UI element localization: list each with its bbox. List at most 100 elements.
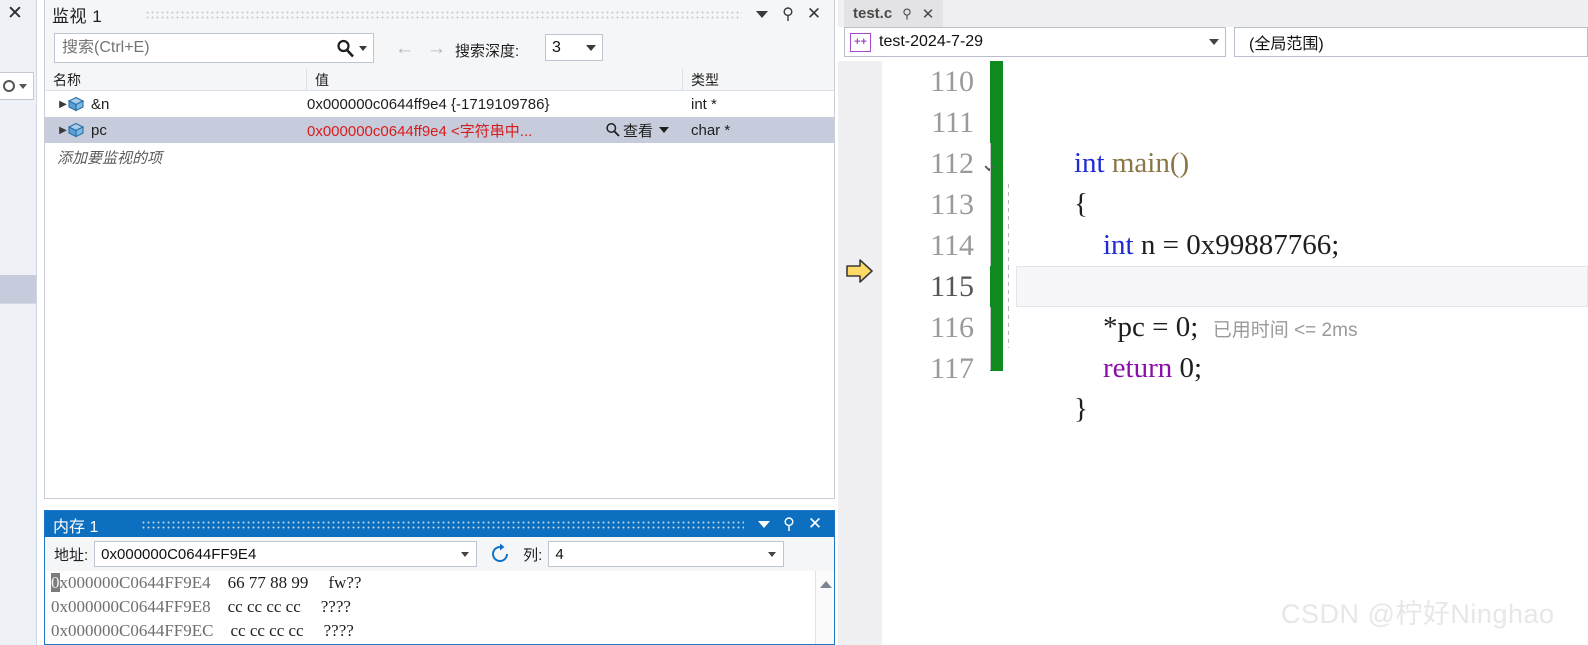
- project-name: test-2024-7-29: [879, 33, 984, 50]
- line-number-current: 115: [930, 270, 974, 303]
- indent-guide: [1008, 225, 1009, 266]
- code-line-111[interactable]: ⌄int main(): [980, 102, 1588, 179]
- code-line-112[interactable]: {: [990, 143, 1588, 220]
- memory-row-ascii: ????: [323, 621, 354, 640]
- memory-column-input[interactable]: [549, 545, 769, 563]
- memory-window: 内存 1 ⚲ ✕ 地址: 列: 0x000000C0644FF9E4 66: [44, 510, 835, 645]
- watch-row-value-cell[interactable]: 0x000000c0644ff9e4 <字符串中... 查看: [307, 120, 683, 141]
- left-docked-panel-sliver: ✕: [0, 0, 37, 645]
- watch-row-name-cell[interactable]: ▶ &n: [45, 96, 307, 113]
- table-row[interactable]: ▶ &n 0x000000c0644ff9e4 {-1719109786} in…: [45, 91, 834, 117]
- code-editor-pane: test.c ⚲ ✕ ++ test-2024-7-29 (全局范围) 110 …: [838, 0, 1588, 645]
- add-watch-item-placeholder[interactable]: 添加要监视的项: [45, 143, 834, 168]
- code-line-116[interactable]: return 0;: [990, 307, 1588, 384]
- value-visualizer-button[interactable]: 查看: [605, 120, 669, 141]
- editor-glyph-margin[interactable]: [838, 61, 882, 645]
- memory-address-combobox[interactable]: [94, 541, 478, 567]
- watch-variable-value: 0x000000c0644ff9e4 <字符串中...: [307, 122, 533, 140]
- watch-variable-value: 0x000000c0644ff9e4 {-1719109786}: [307, 95, 550, 113]
- circle-icon: [3, 80, 15, 92]
- close-icon[interactable]: ✕: [922, 5, 935, 23]
- pin-icon[interactable]: ⚲: [779, 514, 799, 534]
- scroll-up-arrow-icon[interactable]: [820, 581, 832, 588]
- close-icon[interactable]: ✕: [805, 514, 825, 534]
- chevron-down-icon: [659, 127, 669, 133]
- memory-dump-list: 0x000000C0644FF9E4 66 77 88 99 fw?? 0x00…: [45, 571, 834, 644]
- indent-guide: [990, 184, 991, 225]
- search-forward-arrow-icon[interactable]: →: [427, 38, 446, 60]
- line-number: 113: [930, 188, 974, 221]
- memory-row-bytes: 66 77 88 99: [227, 573, 309, 592]
- watch-window: 监视 1 ⚲ ✕ ← → 搜索深度: 3: [44, 0, 835, 499]
- column-header-type[interactable]: 类型: [683, 68, 834, 90]
- chevron-down-icon: [586, 44, 596, 51]
- close-icon[interactable]: ✕: [804, 4, 824, 24]
- chevron-down-icon: [756, 10, 768, 18]
- scope-name: (全局范围): [1249, 36, 1324, 53]
- expander-chevron-right-icon[interactable]: ▶: [45, 99, 67, 110]
- variable-cube-icon: [67, 122, 85, 138]
- window-drag-grip[interactable]: [145, 10, 742, 19]
- search-back-arrow-icon[interactable]: ←: [395, 38, 414, 60]
- memory-address-input[interactable]: [95, 545, 462, 563]
- search-box[interactable]: [54, 33, 374, 63]
- editor-tab-strip: test.c ⚲ ✕: [838, 0, 1588, 27]
- column-header-name[interactable]: 名称: [45, 68, 307, 90]
- memory-scrollbar[interactable]: [815, 571, 834, 644]
- memory-row-address: 0x000000C0644FF9EC: [51, 621, 214, 640]
- search-icon[interactable]: [331, 39, 359, 58]
- code-line-114[interactable]: char* pc = (char*)&n;: [990, 225, 1588, 302]
- code-line-117[interactable]: }: [990, 348, 1588, 425]
- line-number: 117: [930, 352, 974, 385]
- chevron-down-icon: [19, 83, 27, 89]
- search-input[interactable]: [55, 39, 331, 57]
- watch-row-value-cell[interactable]: 0x000000c0644ff9e4 {-1719109786}: [307, 96, 683, 113]
- list-item[interactable]: 0x000000C0644FF9E8 cc cc cc cc ????: [45, 595, 834, 619]
- close-icon[interactable]: ✕: [7, 4, 23, 23]
- search-depth-value: 3: [552, 38, 561, 56]
- watch-toolbar: ← → 搜索深度: 3: [45, 28, 834, 68]
- watch-variable-name: pc: [91, 121, 107, 139]
- value-visualizer-label: 查看: [622, 122, 653, 140]
- refresh-icon[interactable]: [483, 543, 517, 565]
- watermark: CSDN @柠好Ninghao: [1281, 599, 1555, 629]
- memory-column-label: 列:: [523, 546, 543, 564]
- sliver-combobox[interactable]: [0, 72, 34, 100]
- list-item[interactable]: 0x000000C0644FF9E4 66 77 88 99 fw??: [45, 571, 834, 595]
- code-line-110[interactable]: #include <stdio.h>: [1016, 61, 1588, 102]
- memory-column-combobox[interactable]: [548, 541, 785, 567]
- memory-window-title: 内存 1: [53, 519, 99, 536]
- code-text-area[interactable]: 110 111 112 113 114 115 116 117 #include…: [838, 61, 1588, 645]
- memory-row-bytes: cc cc cc cc: [227, 597, 301, 616]
- window-menu-dropdown-button[interactable]: [754, 514, 774, 534]
- column-header-value[interactable]: 值: [307, 68, 683, 90]
- code-lines[interactable]: #include <stdio.h> ⌄int main() { int n =…: [980, 61, 1588, 425]
- window-menu-dropdown-button[interactable]: [752, 4, 772, 24]
- pin-icon[interactable]: ⚲: [778, 4, 798, 24]
- project-selector-combobox[interactable]: ++ test-2024-7-29: [844, 27, 1226, 57]
- sliver-selected-row[interactable]: [0, 275, 36, 303]
- variable-cube-icon: [67, 96, 85, 112]
- chevron-down-icon: [1209, 39, 1219, 45]
- indent-guide: [990, 348, 991, 370]
- table-row[interactable]: ▶ pc 0x000000c0644ff9e4 <字符串中... 查看 char…: [45, 117, 834, 143]
- code-line-115-current[interactable]: *pc = 0; 已用时间 <= 2ms: [1008, 266, 1588, 343]
- watch-variable-type: char *: [691, 121, 731, 139]
- execution-pointer-arrow-icon: [846, 258, 874, 284]
- code-line-113[interactable]: int n = 0x99887766;: [990, 184, 1588, 261]
- watch-row-name-cell[interactable]: ▶ pc: [45, 122, 307, 139]
- search-options-dropdown[interactable]: [359, 45, 373, 51]
- indent-guide: [1008, 307, 1009, 348]
- editor-navigation-bar: ++ test-2024-7-29 (全局范围): [838, 27, 1588, 61]
- window-drag-grip[interactable]: [141, 520, 744, 529]
- list-item[interactable]: 0x000000C0644FF9EC cc cc cc cc ????: [45, 619, 834, 643]
- watch-window-title: 监视 1: [52, 7, 103, 26]
- close-brace: }: [1074, 393, 1088, 425]
- watch-window-header: 监视 1 ⚲ ✕: [45, 0, 834, 28]
- pin-icon[interactable]: ⚲: [902, 6, 912, 22]
- line-number-gutter: 110 111 112 113 114 115 116 117: [882, 61, 986, 389]
- tab-test-c[interactable]: test.c ⚲ ✕: [844, 0, 944, 27]
- search-depth-select[interactable]: 3: [545, 34, 603, 61]
- expander-chevron-right-icon[interactable]: ▶: [45, 125, 67, 136]
- scope-selector-combobox[interactable]: (全局范围): [1234, 27, 1588, 57]
